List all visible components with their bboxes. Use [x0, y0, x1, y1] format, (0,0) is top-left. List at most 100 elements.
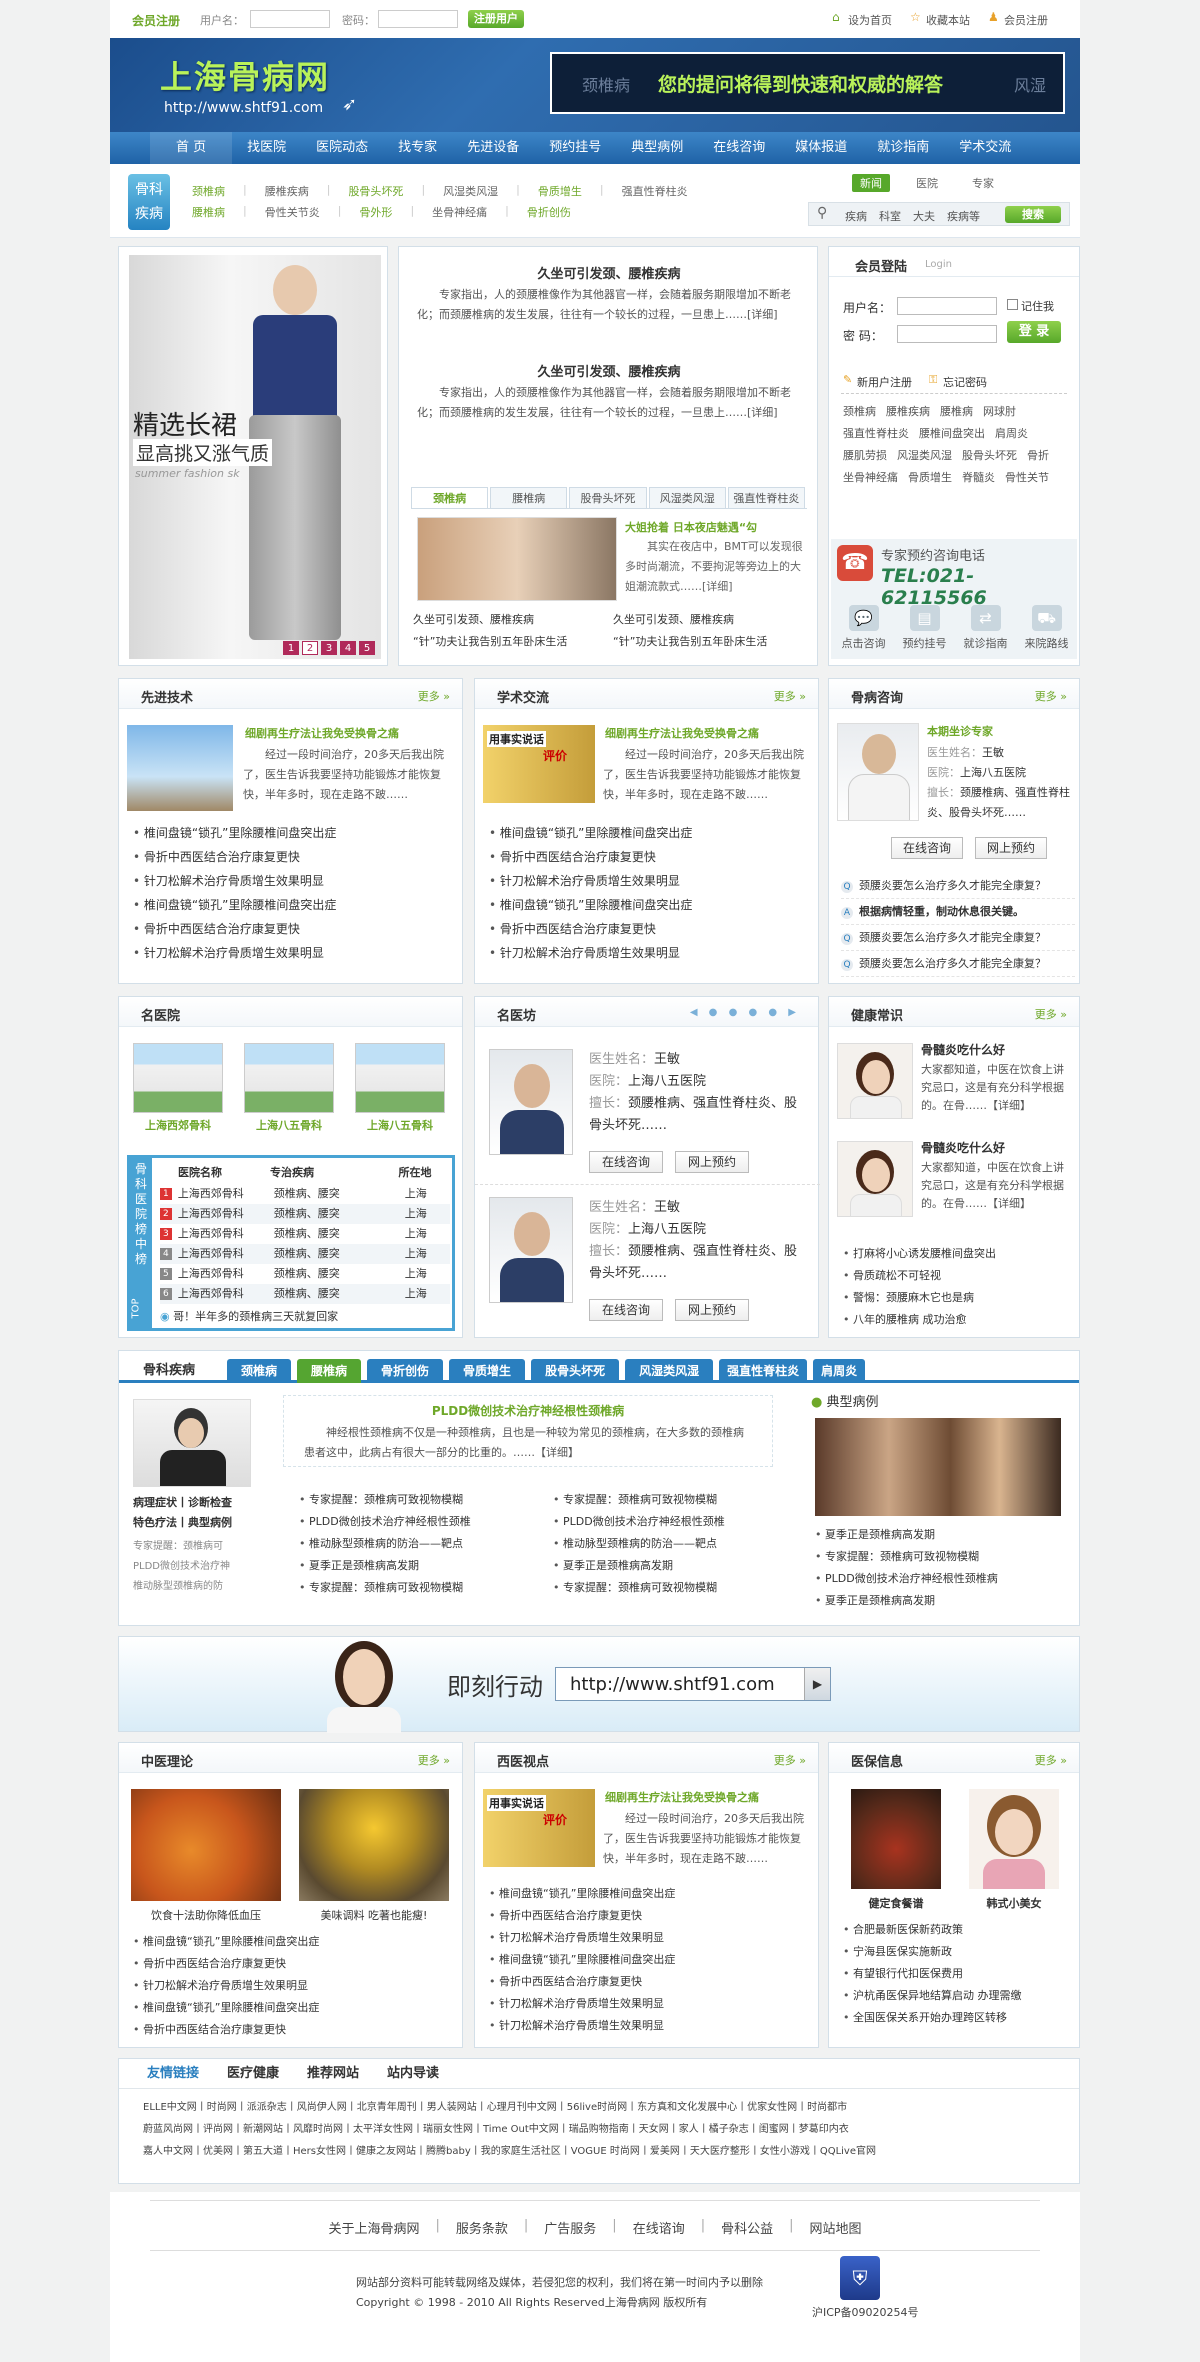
- police-badge-icon[interactable]: ⛨: [840, 2256, 880, 2300]
- link-row[interactable]: 蔚蓝风尚网丨评尚网丨新潮网站丨风靡时尚网丨太平洋女性网丨瑞丽女性网丨Time O…: [143, 2119, 1063, 2141]
- list-item[interactable]: 专家提醒：颈椎病可致视物模糊: [553, 1489, 783, 1511]
- nav-item[interactable]: 先进设备: [452, 132, 534, 164]
- qa-item[interactable]: Q 颈腰炎要怎么治疗多久才能完全康复？: [841, 925, 1075, 951]
- list-item[interactable]: 针刀松解术治疗骨质增生效果明显: [133, 869, 453, 893]
- qa-item[interactable]: Q 颈腰炎要怎么治疗多久才能完全康复？: [841, 951, 1075, 977]
- list-item[interactable]: 椎间盘镜“锁孔”里除腰椎间盘突出症: [133, 893, 453, 917]
- list-item[interactable]: 针刀松解术治疗骨质增生效果明显: [489, 1927, 809, 1949]
- health-more-link[interactable]: 更多 »: [1035, 1006, 1067, 1022]
- ranking-row[interactable]: 2 上海西郊骨科 颈椎病、腰突 上海: [160, 1204, 450, 1224]
- doctor-appoint-button[interactable]: 网上预约: [675, 1151, 749, 1173]
- login-button[interactable]: 登 录: [1007, 321, 1061, 343]
- doctor-appoint-button[interactable]: 网上预约: [675, 1299, 749, 1321]
- news-tab[interactable]: 股骨头坏死: [569, 487, 647, 508]
- hotline-shortcut[interactable]: ⛟ 来院路线: [1018, 605, 1076, 651]
- remember-checkbox[interactable]: [1007, 299, 1018, 310]
- username-input[interactable]: [250, 10, 330, 28]
- link-tab[interactable]: 医疗健康: [213, 2059, 293, 2088]
- subnav-link[interactable]: 股骨头坏死: [348, 183, 403, 199]
- list-item[interactable]: 椎间盘镜“锁孔”里除腰椎间盘突出症: [489, 1949, 809, 1971]
- disease-side-link[interactable]: 椎动脉型颈椎病的防: [133, 1577, 255, 1597]
- nav-item[interactable]: 找专家: [383, 132, 452, 164]
- list-item[interactable]: 骨质疏松不可轻视: [843, 1265, 1073, 1287]
- nav-item[interactable]: 医院动态: [301, 132, 383, 164]
- list-item[interactable]: 专家提醒：颈椎病可致视物模糊: [299, 1489, 539, 1511]
- ranking-row[interactable]: 3 上海西郊骨科 颈椎病、腰突 上海: [160, 1224, 450, 1244]
- link-row[interactable]: ELLE中文网丨时尚网丨派派杂志丨风尚伊人网丨北京青年周刊丨男人装网站丨心理月刊…: [143, 2097, 1063, 2119]
- disease-tag-link[interactable]: 脊髓炎: [962, 467, 995, 489]
- promo-slider[interactable]: 精选长裙 显高挑又涨气质 summer fashion sk 12345: [118, 246, 388, 666]
- list-item[interactable]: 警惕：颈腰麻木它也是病: [843, 1287, 1073, 1309]
- hotline-shortcut[interactable]: 💬 点击咨询: [835, 605, 893, 651]
- list-item[interactable]: 椎动脉型颈椎病的防治——靶点: [299, 1533, 539, 1555]
- list-item[interactable]: 骨折中西医结合治疗康复更快: [133, 2019, 453, 2041]
- search-category[interactable]: 疾病等: [947, 208, 980, 224]
- list-item[interactable]: 骨折中西医结合治疗康复更快: [133, 917, 453, 941]
- hotline-shortcut[interactable]: ▤ 预约挂号: [896, 605, 954, 651]
- list-item[interactable]: 针刀松解术治疗骨质增生效果明显: [489, 1993, 809, 2015]
- disease-tag-link[interactable]: 腰椎间盘突出: [919, 423, 985, 445]
- disease-tag-link[interactable]: 颈椎病: [843, 401, 876, 423]
- list-item[interactable]: 椎间盘镜“锁孔”里除腰椎间盘突出症: [489, 1883, 809, 1905]
- list-item[interactable]: 针刀松解术治疗骨质增生效果明显: [489, 869, 809, 893]
- consult-more-link[interactable]: 更多 »: [1035, 688, 1067, 704]
- list-item[interactable]: 夏季正是颈椎病高发期: [815, 1590, 1071, 1612]
- ranking-row[interactable]: 6 上海西郊骨科 颈椎病、腰突 上海: [160, 1284, 450, 1304]
- subnav-link[interactable]: 风湿类风湿: [443, 183, 498, 199]
- subnav-link[interactable]: 腰椎病: [192, 204, 225, 220]
- promo-page-button[interactable]: 5: [359, 641, 375, 655]
- list-item[interactable]: 针刀松解术治疗骨质增生效果明显: [489, 941, 809, 965]
- tcm-caption-2[interactable]: 美味调料 吃著也能瘦!: [299, 1907, 449, 1923]
- footer-link[interactable]: 广告服务: [528, 2218, 612, 2237]
- adv-more-link[interactable]: 更多 »: [418, 688, 450, 704]
- search-button[interactable]: 搜索: [1005, 206, 1061, 223]
- ranking-row[interactable]: 5 上海西郊骨科 颈椎病、腰突 上海: [160, 1264, 450, 1284]
- doctor-consult-button[interactable]: 在线咨询: [589, 1151, 663, 1173]
- acad-article-title[interactable]: 细剧再生疗法让我免受换骨之痛: [605, 725, 759, 741]
- disease-tag-link[interactable]: 腰肌劳损: [843, 445, 887, 467]
- list-item[interactable]: 椎间盘镜“锁孔”里除腰椎间盘突出症: [133, 1931, 453, 1953]
- list-item[interactable]: 椎间盘镜“锁孔”里除腰椎间盘突出症: [133, 1997, 453, 2019]
- search-icon[interactable]: ⚲: [817, 205, 827, 221]
- subnav-link[interactable]: 骨折创伤: [527, 204, 571, 220]
- disease-tag-link[interactable]: 风湿类风湿: [897, 445, 952, 467]
- news-tab[interactable]: 腰椎病: [490, 487, 568, 508]
- search-category[interactable]: 疾病: [845, 208, 867, 224]
- subnav-link[interactable]: 骨性关节炎: [265, 204, 320, 220]
- list-item[interactable]: 专家提醒：颈椎病可致视物模糊: [815, 1546, 1071, 1568]
- list-item[interactable]: 椎间盘镜“锁孔”里除腰椎间盘突出症: [133, 821, 453, 845]
- set-home-link[interactable]: 设为首页: [848, 12, 892, 28]
- western-article-title[interactable]: 细剧再生疗法让我免受换骨之痛: [605, 1789, 759, 1805]
- health-item[interactable]: 骨髓炎吃什么好 大家都知道，中医在饮食上讲究忌口，这是有充分科学根据的。在骨……【…: [837, 1137, 1077, 1235]
- qa-item[interactable]: A 根据病情轻重，制动休息很关键。: [841, 899, 1075, 925]
- disease-tag-link[interactable]: 腰椎疾病: [886, 401, 930, 423]
- list-item[interactable]: 专家提醒：颈椎病可致视物模糊: [553, 1577, 783, 1599]
- medinfo-more-link[interactable]: 更多 »: [1035, 1752, 1067, 1768]
- adv-article-title[interactable]: 细剧再生疗法让我免受换骨之痛: [245, 725, 399, 741]
- nav-item[interactable]: 学术交流: [944, 132, 1026, 164]
- bookmark-link[interactable]: 收藏本站: [926, 12, 970, 28]
- subnav-link[interactable]: 颈椎病: [192, 183, 225, 199]
- list-item[interactable]: 沪杭甬医保异地结算启动 办理需缴: [843, 1985, 1073, 2007]
- disease-tab[interactable]: 强直性脊柱炎: [719, 1359, 808, 1383]
- promo-page-button[interactable]: 1: [283, 641, 299, 655]
- list-item[interactable]: 椎动脉型颈椎病的防治——靶点: [553, 1533, 783, 1555]
- nav-item[interactable]: 媒体报道: [780, 132, 862, 164]
- list-item[interactable]: 针刀松解术治疗骨质增生效果明显: [133, 1975, 453, 1997]
- list-item[interactable]: 椎间盘镜“锁孔”里除腰椎间盘突出症: [489, 893, 809, 917]
- password-input[interactable]: [378, 10, 458, 28]
- promo-page-button[interactable]: 3: [321, 641, 337, 655]
- footer-link[interactable]: 网站地图: [794, 2218, 878, 2237]
- doctor-photo[interactable]: [489, 1049, 573, 1155]
- footer-link[interactable]: 骨科公益: [705, 2218, 789, 2237]
- news-link[interactable]: 久坐可引发颈、腰椎疾病: [413, 609, 613, 631]
- doctor-photo[interactable]: [489, 1197, 573, 1303]
- list-item[interactable]: PLDD微创技术治疗神经根性颈椎: [299, 1511, 539, 1533]
- disease-tab[interactable]: 骨质增生: [449, 1359, 526, 1383]
- search-tab[interactable]: 新闻: [852, 174, 890, 192]
- list-item[interactable]: 夏季正是颈椎病高发期: [815, 1524, 1071, 1546]
- disease-tag-link[interactable]: 骨折: [1027, 445, 1049, 467]
- hospital-item[interactable]: 上海八五骨科: [244, 1043, 334, 1133]
- consult-online-button[interactable]: 在线咨询: [891, 837, 963, 859]
- news-b-title[interactable]: 久坐可引发颈、腰椎疾病: [399, 361, 819, 380]
